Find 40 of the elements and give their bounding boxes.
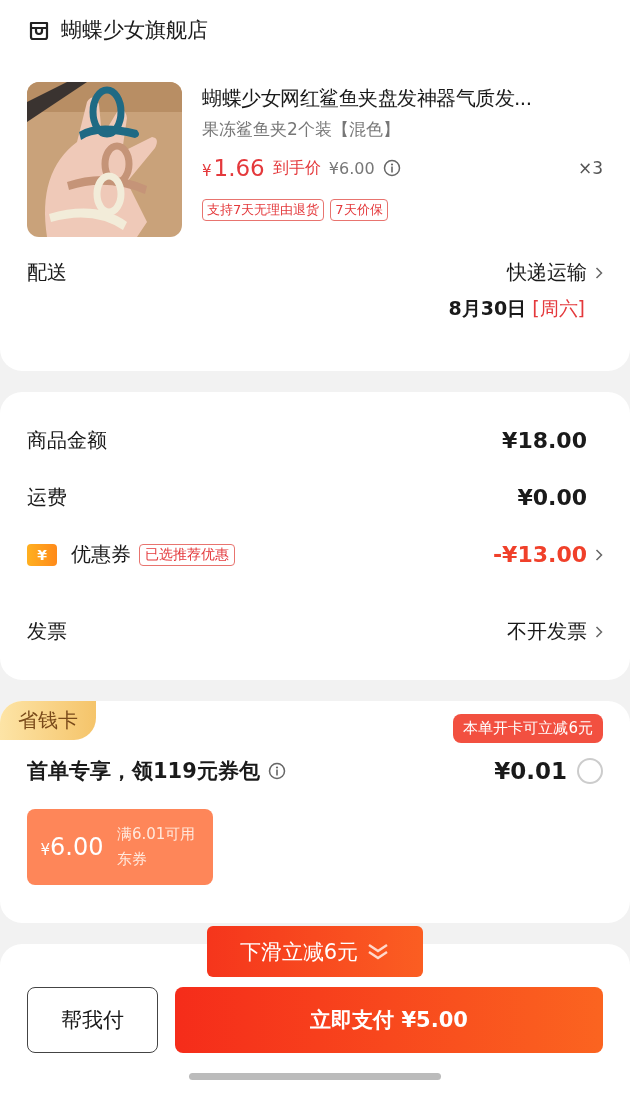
row-label: 商品金额 xyxy=(27,427,107,454)
promo-text: 下滑立减6元 xyxy=(239,938,359,966)
offer-title: 首单专享，领119元券包 xyxy=(27,758,260,785)
original-price: ¥6.00 xyxy=(328,158,375,178)
info-icon[interactable] xyxy=(382,159,401,177)
row-label: 发票 xyxy=(27,618,67,645)
row-value: ¥0.00 xyxy=(517,485,587,510)
product-title[interactable]: 蝴蝶少女网红鲨鱼夹盘发神器气质发... xyxy=(202,84,603,112)
service-tag: 支持7天无理由退货 xyxy=(202,199,325,221)
invoice-option[interactable]: 不开发票 xyxy=(507,618,587,645)
info-icon[interactable] xyxy=(267,762,286,780)
chevron-icon xyxy=(595,624,603,639)
pay-now-button[interactable]: 立即支付 ¥5.00 xyxy=(175,987,603,1053)
row-value: ¥18.00 xyxy=(502,428,587,453)
row-label: 运费 xyxy=(27,484,67,511)
delivery-label: 配送 xyxy=(27,259,67,286)
row-value[interactable]: -¥13.00 xyxy=(492,542,587,567)
delivery-method[interactable]: 快递运输 xyxy=(507,259,587,286)
promo-banner[interactable]: 下滑立减6元 xyxy=(207,926,423,977)
offer-price: ¥0.01 xyxy=(494,758,567,784)
chevron-icon xyxy=(595,265,603,280)
service-tag: 7天价保 xyxy=(330,199,388,221)
select-radio[interactable] xyxy=(577,758,603,784)
coupon-icon: ¥ xyxy=(27,543,57,566)
store-name[interactable]: 蝴蝶少女旗舰店 xyxy=(61,16,208,44)
quantity: ×3 xyxy=(577,158,603,178)
price-label: 到手价 xyxy=(272,157,321,179)
voucher-condition: 满6.01可用 xyxy=(117,825,196,844)
pay-for-me-button[interactable]: 帮我付 xyxy=(27,987,158,1053)
voucher-amount: ¥6.00 xyxy=(39,833,105,861)
chevron-icon xyxy=(595,547,603,562)
row-label: 优惠券 xyxy=(71,541,131,568)
product-spec: 果冻鲨鱼夹2个装【混色】 xyxy=(202,118,401,141)
coupon-badge: 已选推荐优惠 xyxy=(139,543,235,566)
discount-tooltip: 本单开卡可立减6元 xyxy=(453,714,603,743)
delivery-weekday: [周六] xyxy=(532,296,585,321)
product-price: ¥1.66 xyxy=(202,155,265,181)
card-tag: 省钱卡 xyxy=(0,701,96,740)
voucher-type: 东券 xyxy=(117,850,148,869)
delivery-date: 8月30日 xyxy=(448,296,527,321)
